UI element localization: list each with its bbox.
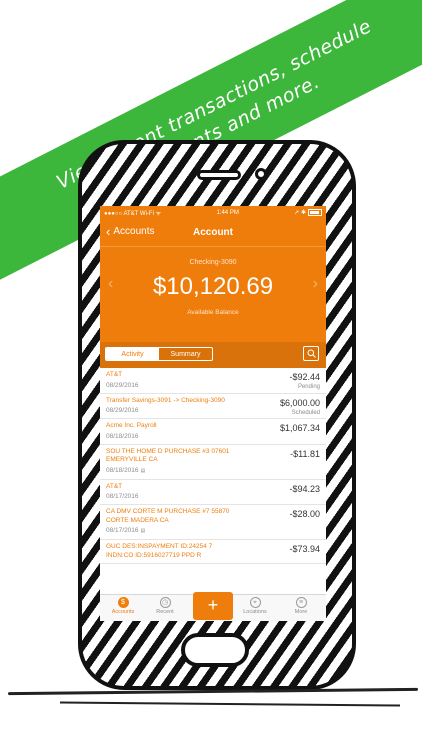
speaker-grille — [197, 170, 241, 180]
tabbar-accounts-label: Accounts — [111, 609, 135, 615]
transaction-date-line: 08/18/2016 ▤ — [106, 466, 320, 476]
add-button[interactable]: + — [193, 592, 233, 620]
transaction-amount: -$92.44 — [289, 372, 320, 382]
transaction-row[interactable]: Acme Inc. Payroll 08/18/2016 $1,067.34 — [100, 419, 326, 445]
tabbar-locations[interactable]: ⌖ Locations — [235, 597, 275, 615]
transaction-description: CA DMV CORTE M PURCHASE #7 55870 CORTE M… — [106, 508, 230, 524]
transaction-list: AT&T 08/29/2016 -$92.44 Pending Transfer Sav… — [100, 368, 326, 594]
location-pin-icon: ⌖ — [249, 597, 261, 608]
transaction-description: SOU THE HOME D PURCHASE #3 07601 EMERYVI… — [106, 447, 230, 464]
tabbar-more[interactable]: ≡ More — [281, 597, 321, 615]
transaction-date-line: 08/17/2016 — [106, 492, 320, 501]
transaction-date: 08/17/2016 — [106, 527, 139, 534]
attachment-icon: ▤ — [140, 467, 146, 474]
transaction-row[interactable]: AT&T 08/17/2016 -$94.23 — [100, 480, 326, 505]
ground-line-secondary — [59, 701, 401, 707]
status-indicators: ➚ ✱ — [294, 209, 322, 217]
nav-bar: ‹ Accounts Account — [100, 220, 326, 246]
account-balance: $10,120.69 — [152, 273, 274, 300]
tabbar-more-label: More — [294, 609, 308, 615]
transaction-amount: -$11.81 — [290, 448, 320, 459]
transaction-description: AT&T — [106, 371, 123, 378]
transaction-description: GUC DES:INSPAYMENT ID:24254 7 INDN:CO ID… — [106, 543, 213, 559]
balance-label: Available Balance — [187, 309, 239, 316]
transaction-row[interactable]: SOU THE HOME D PURCHASE #3 07601 EMERYVI… — [100, 445, 326, 480]
transaction-amount: $1,067.34 — [279, 423, 320, 433]
attachment-icon: ▤ — [140, 528, 146, 534]
transaction-date: 08/29/2016 — [106, 407, 139, 414]
app-screen: ●●●○○ AT&T Wi-Fi ᯤ 1:44 PM ➚ ✱ ‹ Account… — [100, 206, 326, 621]
transaction-amount: -$94.23 — [289, 483, 320, 494]
transaction-row[interactable]: CA DMV CORTE M PURCHASE #7 55870 CORTE M… — [100, 505, 326, 540]
home-button — [181, 633, 249, 667]
transaction-amount: -$28.00 — [289, 509, 320, 519]
next-account-arrow[interactable]: › — [313, 275, 318, 293]
search-icon — [307, 349, 316, 358]
transaction-row[interactable]: AT&T 08/29/2016 -$92.44 Pending — [100, 368, 326, 394]
battery-icon — [307, 209, 322, 217]
transaction-date: 08/18/2016 — [106, 432, 139, 440]
dollar-icon: $ — [117, 597, 129, 608]
transaction-date: 08/17/2016 — [106, 493, 139, 500]
status-bar: ●●●○○ AT&T Wi-Fi ᯤ 1:44 PM ➚ ✱ — [100, 206, 326, 220]
transaction-date: 08/29/2016 — [106, 381, 139, 389]
tabbar-locations-label: Locations — [243, 609, 267, 615]
tab-summary[interactable]: Summary — [159, 348, 212, 360]
tabbar-recent[interactable]: ◷ Recent — [145, 597, 185, 615]
transaction-status: Scheduled — [291, 409, 320, 416]
front-camera — [255, 168, 267, 180]
more-icon: ≡ — [295, 597, 307, 608]
tab-activity[interactable]: Activity — [106, 348, 159, 360]
search-button[interactable] — [303, 346, 319, 361]
clock: 1:44 PM — [216, 210, 239, 216]
status-icons: ➚ ✱ — [294, 210, 306, 217]
segmented-control: Activity Summary — [105, 347, 213, 361]
balance-panel: ‹ Checking-3090 $10,120.69 Available Bal… — [100, 246, 326, 342]
transaction-description: Acme Inc. Payroll — [106, 422, 157, 429]
transaction-row[interactable]: Transfer Savings-3091 -> Checking-3090 08… — [100, 394, 326, 419]
transaction-status: Pending — [297, 384, 320, 390]
transaction-date-line: 08/29/2016 — [106, 381, 320, 390]
account-name: Checking-3090 — [189, 259, 237, 266]
transaction-description: Transfer Savings-3091 -> Checking-3090 — [106, 396, 225, 404]
transaction-row[interactable]: GUC DES:INSPAYMENT ID:24254 7 INDN:CO ID… — [100, 540, 326, 564]
transaction-amount: $6,000.00 — [279, 397, 320, 408]
tab-bar: $ Accounts ◷ Recent + ⌖ Locations ≡ More — [100, 592, 326, 621]
carrier-label: ●●●○○ AT&T Wi-Fi ᯤ — [104, 211, 162, 217]
transaction-amount: -$73.94 — [289, 544, 320, 554]
segment-bar: Activity Summary — [100, 342, 326, 368]
transaction-date-line: 08/17/2016 ▤ — [106, 526, 320, 536]
page-title: Account — [193, 227, 233, 238]
tabbar-accounts[interactable]: $ Accounts — [103, 597, 143, 615]
transaction-description: AT&T — [106, 482, 123, 490]
tabbar-recent-label: Recent — [156, 609, 174, 615]
clock-icon: ◷ — [159, 597, 171, 608]
transaction-date: 08/18/2016 — [106, 466, 139, 474]
